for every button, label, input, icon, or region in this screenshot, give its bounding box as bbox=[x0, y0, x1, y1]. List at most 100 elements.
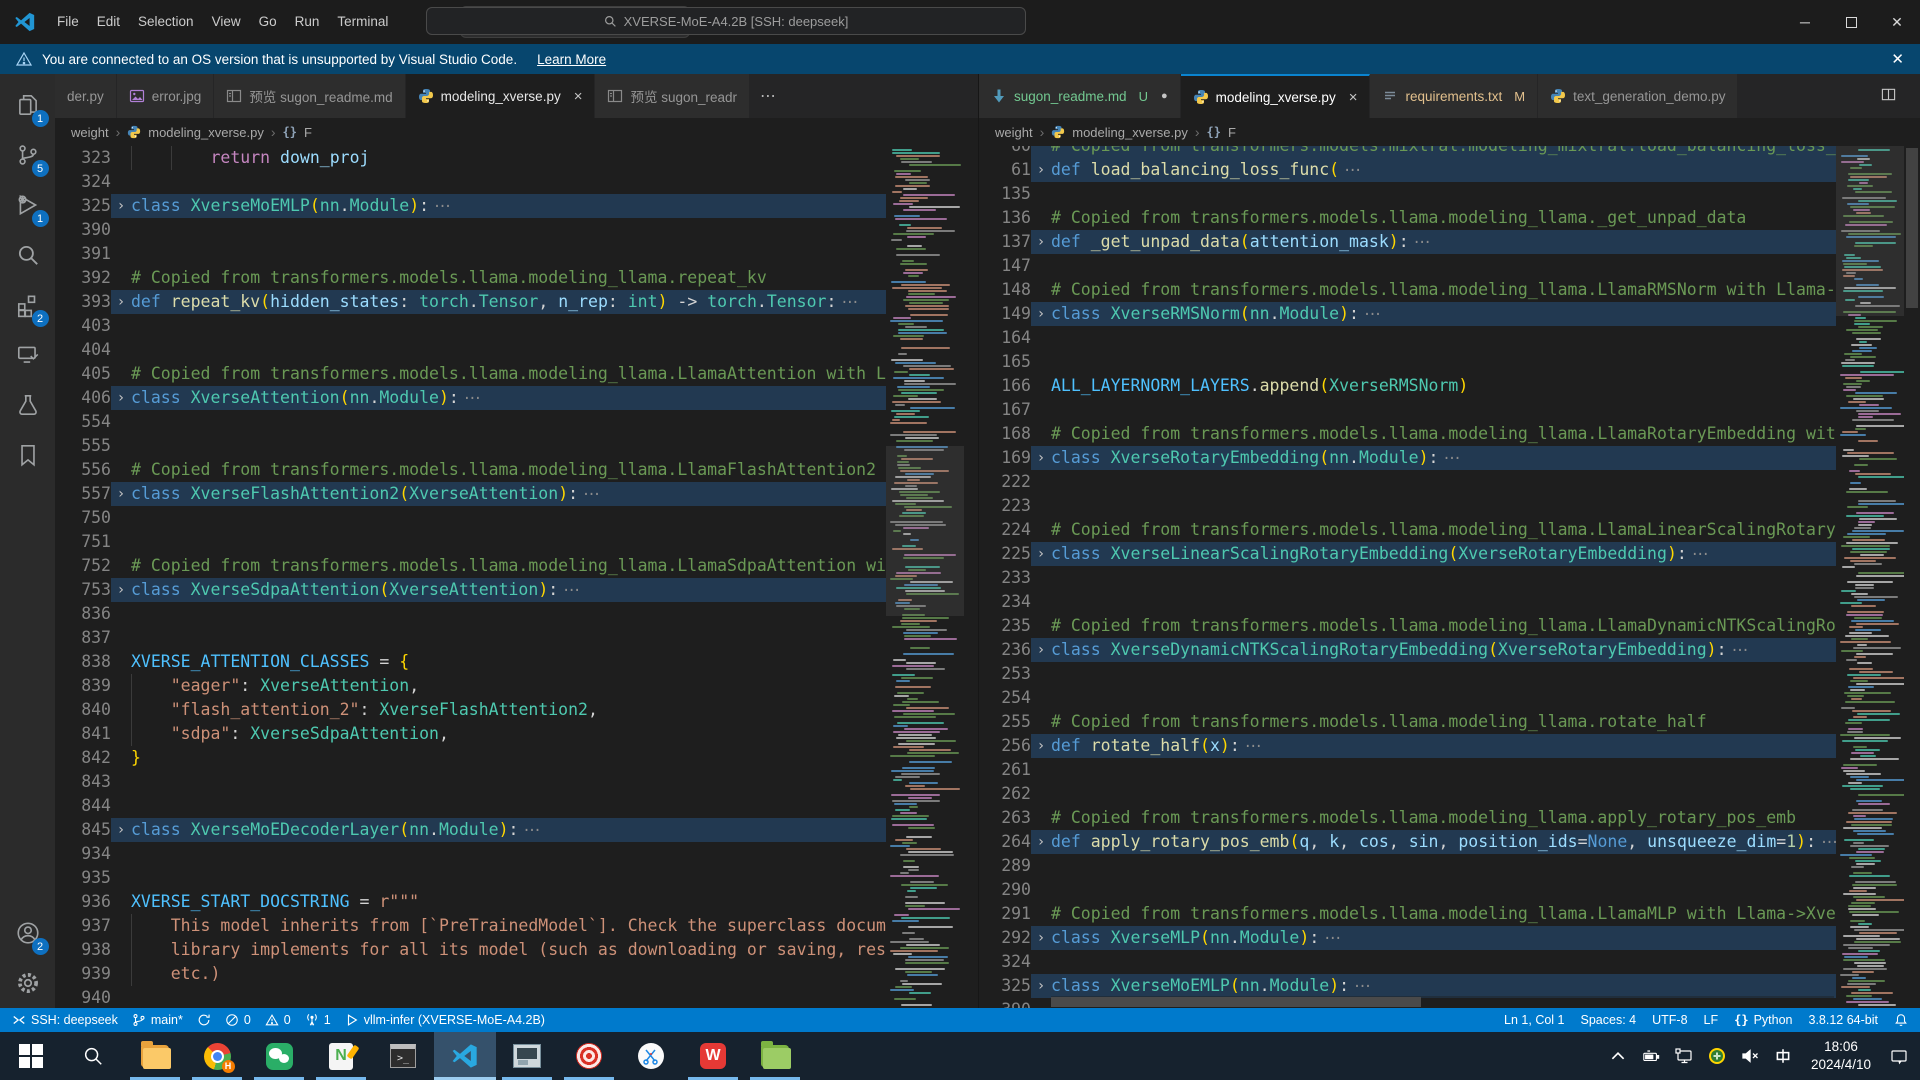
code-line[interactable]: 324 bbox=[55, 170, 886, 194]
taskbar-notepad-plus[interactable]: N bbox=[310, 1032, 372, 1080]
tab-_sugon_readr[interactable]: 预览 sugon_readr bbox=[595, 74, 750, 118]
code-line[interactable]: 843 bbox=[55, 770, 886, 794]
code-line[interactable]: 291# Copied from transformers.models.lla… bbox=[979, 902, 1836, 926]
fold-chevron-icon[interactable]: › bbox=[1031, 734, 1051, 758]
sidebar-item-explorer[interactable]: 1 bbox=[4, 80, 52, 130]
status-0[interactable]: 0 bbox=[225, 1013, 251, 1027]
minimap-slider[interactable] bbox=[886, 446, 964, 616]
menu-terminal[interactable]: Terminal bbox=[328, 8, 397, 36]
status-1[interactable]: 1 bbox=[305, 1013, 331, 1027]
tab-requirements.txt[interactable]: requirements.txtM bbox=[1370, 74, 1538, 118]
sidebar-item-run-debug[interactable]: 1 bbox=[4, 180, 52, 230]
code-line[interactable]: 839 "eager": XverseAttention, bbox=[55, 674, 886, 698]
breadcrumb-left[interactable]: weight›modeling_xverse.py›{}F bbox=[55, 118, 978, 146]
antivirus-icon[interactable] bbox=[1708, 1047, 1726, 1065]
code-line[interactable]: 940 bbox=[55, 986, 886, 1008]
split-editor-icon[interactable] bbox=[1881, 87, 1896, 105]
scrollbar-right[interactable] bbox=[1904, 146, 1920, 1008]
tab-modeling_xverse.py[interactable]: modeling_xverse.py× bbox=[1181, 74, 1371, 118]
tab-error.jpg[interactable]: error.jpg bbox=[117, 74, 215, 118]
menu-edit[interactable]: Edit bbox=[88, 8, 129, 36]
code-line[interactable]: 939 etc.) bbox=[55, 962, 886, 986]
tab-overflow-icon[interactable]: ⋯ bbox=[750, 74, 786, 118]
code-line[interactable]: 391 bbox=[55, 242, 886, 266]
code-line[interactable]: 405# Copied from transformers.models.lla… bbox=[55, 362, 886, 386]
status-bell[interactable] bbox=[1894, 1013, 1908, 1027]
code-line[interactable]: 937 This model inherits from [`PreTraine… bbox=[55, 914, 886, 938]
code-line[interactable]: 936XVERSE_START_DOCSTRING = r""" bbox=[55, 890, 886, 914]
code-line[interactable]: 393›def repeat_kv(hidden_states: torch.T… bbox=[55, 290, 886, 314]
code-line[interactable]: 935 bbox=[55, 866, 886, 890]
minimap-slider[interactable] bbox=[1836, 146, 1904, 316]
fold-chevron-icon[interactable]: › bbox=[111, 194, 131, 218]
code-line[interactable]: 166ALL_LAYERNORM_LAYERS.append(XverseRMS… bbox=[979, 374, 1836, 398]
close-button[interactable]: ✕ bbox=[1874, 0, 1920, 44]
code-line[interactable]: 752# Copied from transformers.models.lla… bbox=[55, 554, 886, 578]
menu-selection[interactable]: Selection bbox=[129, 8, 203, 36]
maximize-button[interactable] bbox=[1828, 0, 1874, 44]
code-line[interactable]: 169›class XverseRotaryEmbedding(nn.Modul… bbox=[979, 446, 1836, 470]
horizontal-scrollbar-thumb[interactable] bbox=[1051, 997, 1421, 1007]
code-line[interactable]: 147 bbox=[979, 254, 1836, 278]
code-line[interactable]: 842} bbox=[55, 746, 886, 770]
breadcrumb-item[interactable]: weight bbox=[995, 125, 1033, 140]
code-line[interactable]: 256›def rotate_half(x): ⋯ bbox=[979, 734, 1836, 758]
code-line[interactable]: 148# Copied from transformers.models.lla… bbox=[979, 278, 1836, 302]
ime-icon[interactable] bbox=[1774, 1047, 1792, 1065]
minimize-button[interactable]: ─ bbox=[1782, 0, 1828, 44]
taskbar-chrome[interactable]: H bbox=[186, 1032, 248, 1080]
breadcrumb-item[interactable]: modeling_xverse.py bbox=[1072, 125, 1188, 140]
code-line[interactable]: 165 bbox=[979, 350, 1836, 374]
code-line[interactable]: 554 bbox=[55, 410, 886, 434]
menu-file[interactable]: File bbox=[48, 8, 88, 36]
taskbar-taskbar-search[interactable] bbox=[62, 1032, 124, 1080]
code-line[interactable]: 323 return down_proj bbox=[55, 146, 886, 170]
command-center[interactable]: XVERSE-MoE-A4.2B [SSH: deepseek] bbox=[426, 7, 1026, 35]
code-line[interactable]: 292›class XverseMLP(nn.Module): ⋯ bbox=[979, 926, 1836, 950]
network-display-icon[interactable] bbox=[1675, 1047, 1693, 1065]
banner-learn-more-link[interactable]: Learn More bbox=[537, 52, 606, 67]
code-line[interactable]: 325›class XverseMoEMLP(nn.Module): ⋯ bbox=[55, 194, 886, 218]
sidebar-item-search[interactable] bbox=[4, 230, 52, 280]
breadcrumb-symbol[interactable]: F bbox=[304, 125, 312, 140]
dirty-indicator-icon[interactable]: ● bbox=[1161, 90, 1168, 102]
battery-icon[interactable] bbox=[1642, 1047, 1660, 1065]
taskbar-vscode[interactable] bbox=[434, 1032, 496, 1080]
editor-right[interactable]: 60# Copied from transformers.models.mixt… bbox=[979, 146, 1920, 1008]
fold-chevron-icon[interactable]: › bbox=[1031, 638, 1051, 662]
code-line[interactable]: 557›class XverseFlashAttention2(XverseAt… bbox=[55, 482, 886, 506]
code-line[interactable]: 841 "sdpa": XverseSdpaAttention, bbox=[55, 722, 886, 746]
taskbar-file-explorer[interactable] bbox=[124, 1032, 186, 1080]
code-line[interactable]: 845›class XverseMoEDecoderLayer(nn.Modul… bbox=[55, 818, 886, 842]
status-ln-1-col-1[interactable]: Ln 1, Col 1 bbox=[1504, 1013, 1564, 1027]
taskbar-spiral-app[interactable] bbox=[558, 1032, 620, 1080]
fold-chevron-icon[interactable]: › bbox=[1031, 926, 1051, 950]
menu-run[interactable]: Run bbox=[286, 8, 329, 36]
taskbar-wechat[interactable] bbox=[248, 1032, 310, 1080]
breadcrumb-item[interactable]: weight bbox=[71, 125, 109, 140]
code-line[interactable]: 934 bbox=[55, 842, 886, 866]
sidebar-item-accounts[interactable]: 2 bbox=[4, 908, 52, 958]
taskbar-clock[interactable]: 18:062024/4/10 bbox=[1807, 1038, 1875, 1073]
status-lf[interactable]: LF bbox=[1704, 1013, 1719, 1027]
status-sync[interactable] bbox=[197, 1013, 211, 1027]
minimap-left[interactable] bbox=[886, 146, 964, 1008]
code-line[interactable]: 290 bbox=[979, 878, 1836, 902]
fold-chevron-icon[interactable]: › bbox=[111, 482, 131, 506]
notification-icon[interactable] bbox=[1890, 1047, 1908, 1065]
fold-chevron-icon[interactable]: › bbox=[1031, 230, 1051, 254]
menu-go[interactable]: Go bbox=[250, 8, 286, 36]
sidebar-item-bookmarks[interactable] bbox=[4, 430, 52, 480]
chevron-up-icon[interactable] bbox=[1609, 1047, 1627, 1065]
code-line[interactable]: 235# Copied from transformers.models.lla… bbox=[979, 614, 1836, 638]
sidebar-item-testing[interactable] bbox=[4, 380, 52, 430]
code-line[interactable]: 60# Copied from transformers.models.mixt… bbox=[979, 146, 1836, 158]
code-line[interactable]: 750 bbox=[55, 506, 886, 530]
taskbar-green-folder-app[interactable] bbox=[744, 1032, 806, 1080]
fold-chevron-icon[interactable]: › bbox=[1031, 302, 1051, 326]
code-line[interactable]: 164 bbox=[979, 326, 1836, 350]
horizontal-scrollbar[interactable] bbox=[1051, 996, 1834, 1008]
code-line[interactable]: 225›class XverseLinearScalingRotaryEmbed… bbox=[979, 542, 1836, 566]
tab-modeling_xverse.py[interactable]: modeling_xverse.py× bbox=[406, 74, 596, 118]
code-line[interactable]: 253 bbox=[979, 662, 1836, 686]
